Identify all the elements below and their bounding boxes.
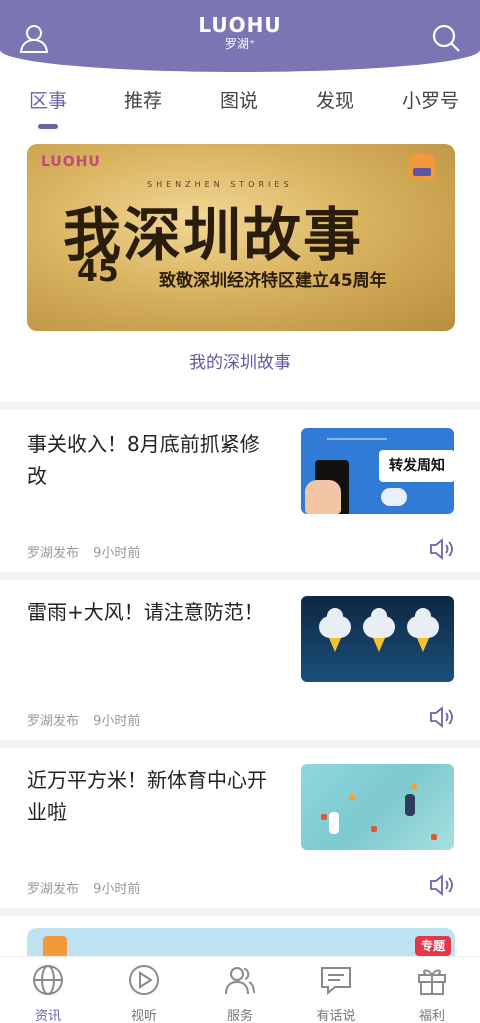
news-item[interactable]: 事关收入！8月底前抓紧修改 转发周知 罗湖发布 9小时前 [0,414,480,574]
divider [0,572,480,580]
speaker-icon[interactable] [428,536,454,562]
news-thumbnail[interactable] [301,764,454,850]
nav-label: 视听 [130,1009,157,1023]
nav-item-welfare[interactable]: 福利 [384,963,480,1023]
logo-subtitle: 罗湖⁺ [224,37,256,51]
category-tabs: 区事 推荐 图说 发现 小罗号 [0,86,480,134]
active-tab-indicator [38,124,58,129]
news-source: 罗湖发布 [27,546,80,561]
user-icon[interactable] [18,22,50,54]
banner-caption[interactable]: 我的深圳故事 [0,348,480,373]
lightning-icon [417,638,429,652]
news-time: 9小时前 [93,714,141,729]
globe-icon [33,965,63,995]
hand-illustration [305,480,341,514]
climbing-hold [431,834,437,840]
divider [0,402,480,410]
news-thumbnail[interactable] [301,596,454,682]
news-meta: 罗湖发布 9小时前 [27,542,150,561]
news-title[interactable]: 事关收入！8月底前抓紧修改 [27,428,277,492]
news-title[interactable]: 雷雨+大风！请注意防范！ [27,596,277,628]
climbing-hold [349,794,355,800]
thumb-caption: 转发周知 [379,450,454,482]
bottom-navigation: 资讯 视听 服务 有话说 福利 [0,956,480,1023]
cloud-icon [319,608,351,638]
news-title[interactable]: 近万平方米！新体育中心开业啦 [27,764,277,828]
climber-figure [329,812,339,834]
people-icon [225,967,255,995]
play-icon [129,965,159,995]
cloud-icon [407,608,439,638]
news-meta: 罗湖发布 9小时前 [27,878,150,897]
nav-label: 资讯 [34,1009,61,1023]
climber-figure [405,794,415,816]
banner-brand-logo: LUOHU [41,154,101,170]
nav-item-news[interactable]: 资讯 [0,963,96,1023]
logo-mark: LUOHU [198,13,282,37]
nav-item-talk[interactable]: 有话说 [288,963,384,1023]
news-time: 9小时前 [93,546,141,561]
nav-label: 福利 [418,1009,445,1023]
news-item[interactable]: 近万平方米！新体育中心开业啦 罗湖发布 9小时前 [0,750,480,910]
news-meta: 罗湖发布 9小时前 [27,710,150,729]
banner-subtitle: 致敬深圳经济特区建立45周年 [159,271,387,291]
nav-item-media[interactable]: 视听 [96,963,192,1023]
banner-number: 45 [77,254,119,289]
tab-xiaoluohao[interactable]: 小罗号 [402,86,459,113]
chat-bubble-illustration [381,488,407,506]
search-icon[interactable] [430,22,462,54]
lightning-icon [329,638,341,652]
tab-discover[interactable]: 发现 [316,86,354,113]
climbing-hold [371,826,377,832]
app-logo: LUOHU 罗湖⁺ [198,14,281,52]
climbing-hold [411,784,417,790]
cloud-icon [363,608,395,638]
speaker-icon[interactable] [428,872,454,898]
tab-picture-talk[interactable]: 图说 [220,86,258,113]
tab-quishi[interactable]: 区事 [29,86,67,113]
banner-badge-icon [409,154,435,180]
climbing-hold [321,814,327,820]
banner-carousel[interactable]: LUOHU SHENZHEN STORIES 我深圳故事 45 致敬深圳经济特区… [27,144,455,331]
tab-recommend[interactable]: 推荐 [124,86,162,113]
news-time: 9小时前 [93,882,141,897]
nav-label: 有话说 [316,1009,356,1023]
nav-label: 服务 [226,1009,253,1023]
news-source: 罗湖发布 [27,714,80,729]
divider [0,740,480,748]
speaker-icon[interactable] [428,704,454,730]
lightning-icon [373,638,385,652]
news-item[interactable]: 雷雨+大风！请注意防范！ 罗湖发布 9小时前 [0,582,480,742]
nav-item-service[interactable]: 服务 [192,963,288,1023]
gift-icon [418,969,446,995]
app-header: LUOHU 罗湖⁺ [0,0,480,72]
divider [0,908,480,916]
chat-icon [321,967,351,996]
thumb-decoration [327,438,387,440]
news-source: 罗湖发布 [27,882,80,897]
news-thumbnail[interactable]: 转发周知 [301,428,454,514]
topic-tag: 专题 [414,936,451,956]
